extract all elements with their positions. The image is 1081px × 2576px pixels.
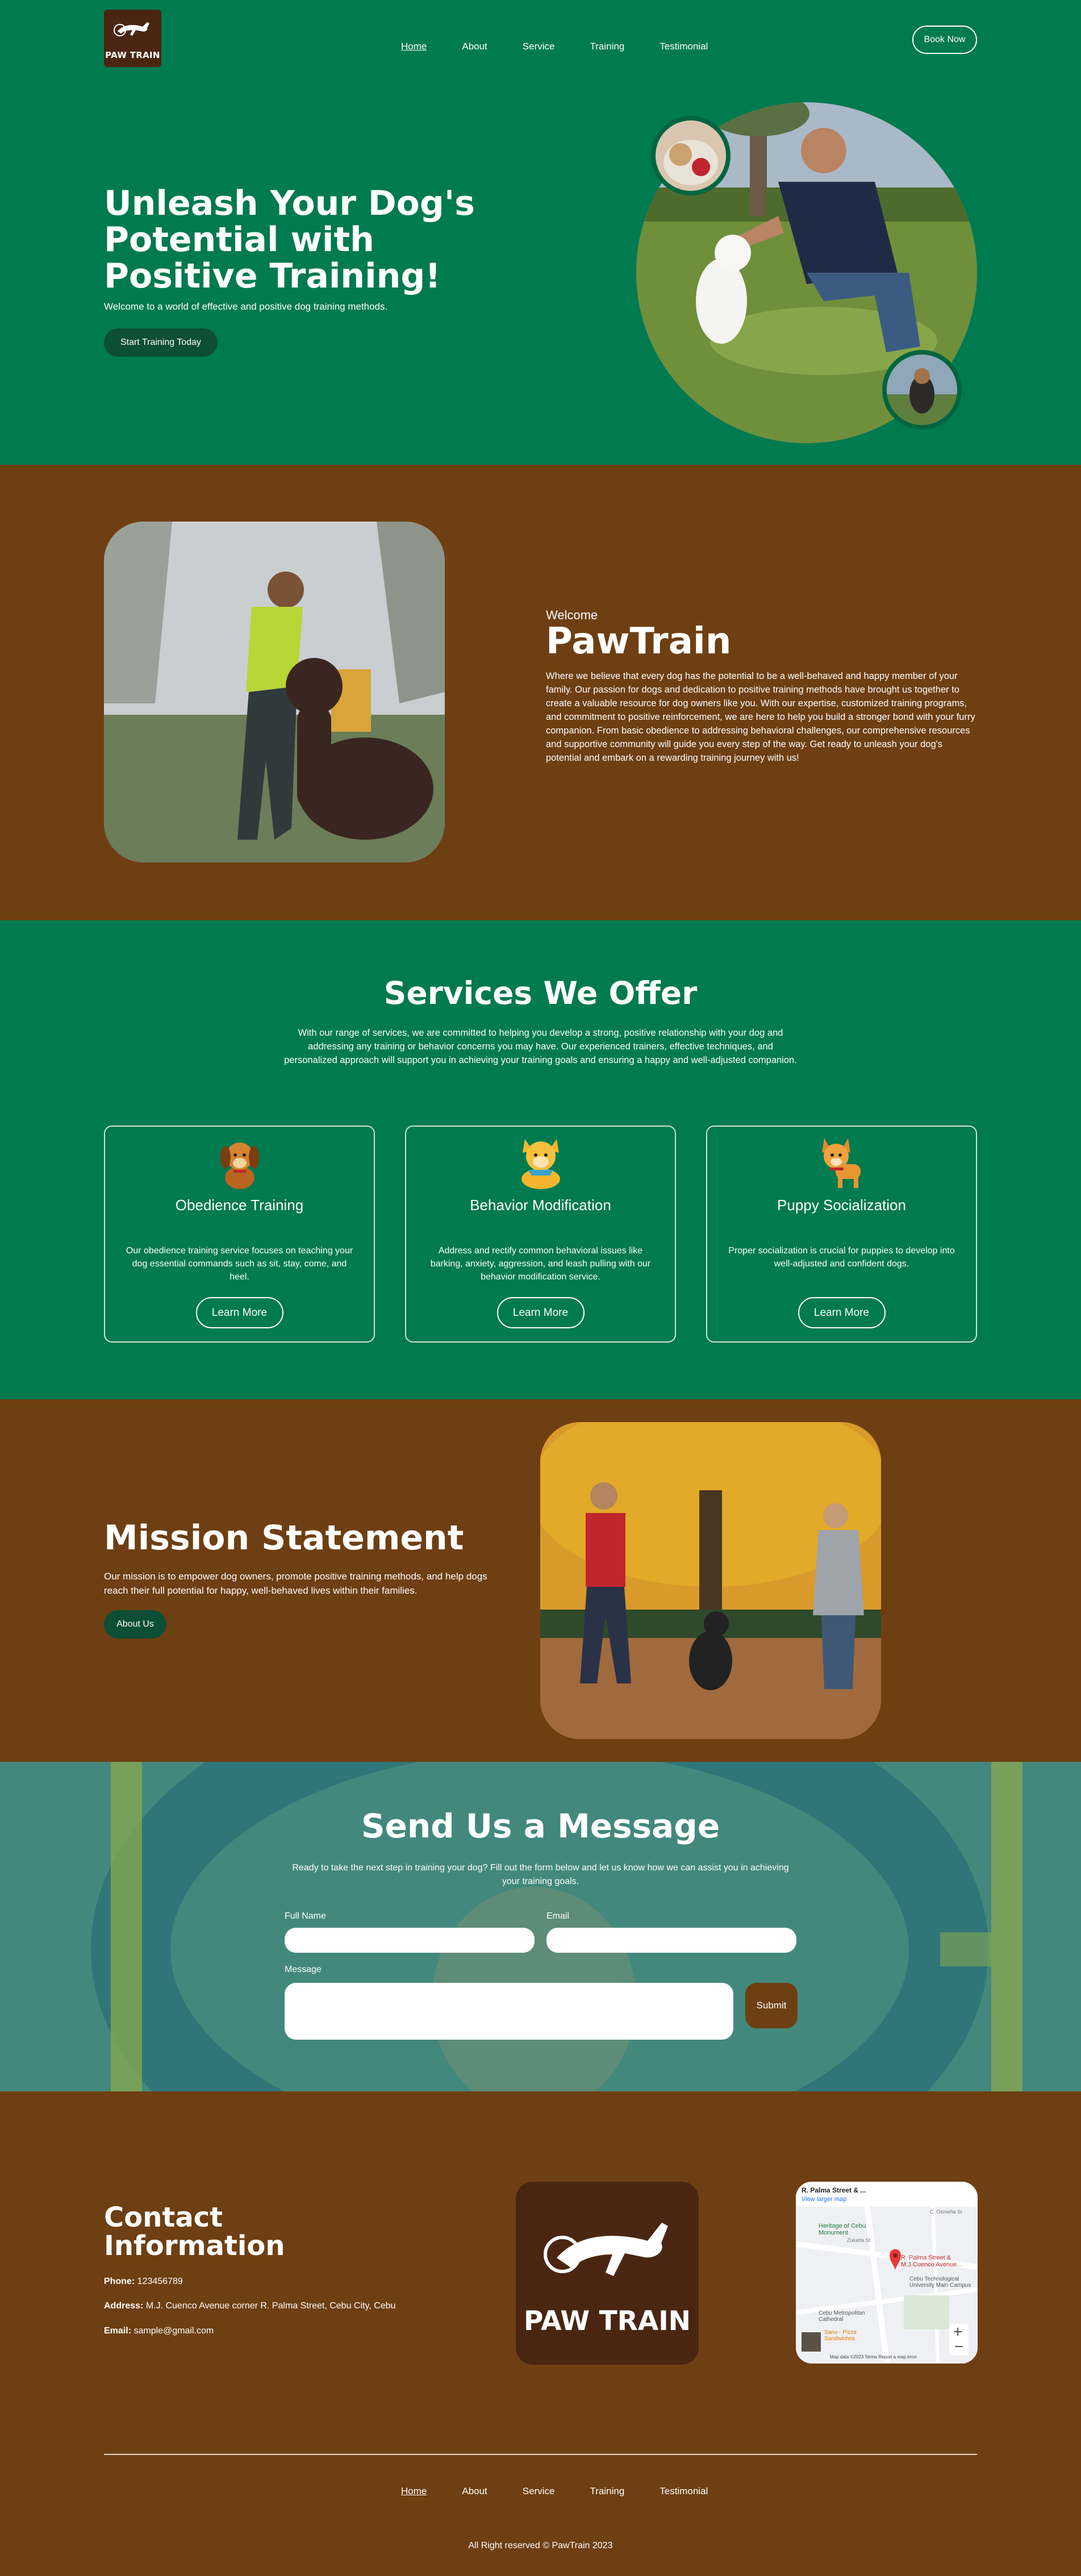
book-now-button[interactable]: Book Now [912,26,977,54]
service-card-text: Proper socialization is crucial for pupp… [728,1246,955,1269]
service-card-title: Puppy Socialization [777,1197,906,1214]
map-label-pin: R. Palma Street & M.J.Cuenco Avenue... [901,2254,962,2268]
map-label-street-2: C. Osmeña St [930,2209,962,2215]
mission-photo-couple-with-dog [540,1422,881,1739]
brand-logo[interactable]: PAW TRAIN [104,10,161,67]
service-card-text: Our obedience training service focuses o… [126,1246,353,1282]
about-text: Where we believe that every dog has the … [546,671,975,763]
contact-email: Email: sample@gmail.com [104,2326,214,2336]
start-training-button[interactable]: Start Training Today [104,328,218,357]
footer-divider [104,2454,977,2455]
learn-more-button[interactable]: Learn More [195,1297,283,1328]
email-label: Email [546,1911,570,1921]
nav-testimonial[interactable]: Testimonial [660,41,708,52]
nav-training[interactable]: Training [590,41,624,52]
puppy-icon [816,1133,867,1193]
services-intro: With our range of services, we are commi… [284,1028,797,1065]
email-value[interactable]: sample@gmail.com [133,2326,214,2336]
footer-nav-about[interactable]: About [462,2486,487,2497]
map-label-sano: Sano - Pizza Sandwiches [824,2329,857,2342]
nav-about[interactable]: About [462,41,487,52]
service-card-behavior: Behavior Modification Address and rectif… [405,1126,676,1343]
map-place-title: R. Palma Street & ... [802,2186,866,2194]
learn-more-button[interactable]: Learn More [496,1297,585,1328]
contact-phone: Phone: 123456789 [104,2277,183,2287]
service-card-obedience: Obedience Training Our obedience trainin… [104,1126,375,1343]
service-card-puppy: Puppy Socialization Proper socialization… [706,1126,977,1343]
hero-subtitle: Welcome to a world of effective and posi… [104,301,388,312]
footer-logo-text: PAW TRAIN [523,2306,691,2337]
footer-logo: PAW TRAIN [516,2182,699,2365]
contact-title: Contact Information [104,2202,285,2262]
location-map[interactable]: R. Palma Street & ... View larger map He… [796,2182,978,2364]
dog-with-scarf-icon [512,1133,569,1193]
email-label: Email: [104,2326,132,2336]
hero-title: Unleash Your Dog's Potential with Positi… [104,184,475,296]
zoom-out-icon[interactable]: − [954,2340,964,2354]
service-card-title: Obedience Training [175,1197,304,1214]
address-value: M.J. Cuenco Avenue corner R. Palma Stree… [145,2301,396,2311]
map-label-street: Zulueta St [847,2237,871,2243]
map-label-cathedral: Cebu Metropolitan Cathedral [819,2310,865,2323]
mission-text: Our mission is to empower dog owners, pr… [104,1571,487,1596]
hero-photo-small-dog [882,350,962,430]
dog-sitting-icon [214,1133,265,1193]
footer-nav-testimonial[interactable]: Testimonial [660,2486,708,2497]
nav-home[interactable]: Home [401,41,427,52]
message-intro: Ready to take the next step in training … [292,1863,789,1886]
map-label-ctu: Cebu Technological University Main Campu… [909,2276,971,2289]
jumping-dog-icon [114,22,149,36]
copyright-text: All Right reserved © PawTrain 2023 [468,2541,613,2550]
footer-nav-service[interactable]: Service [523,2486,555,2497]
service-card-text: Address and rectify common behavioral is… [430,1246,651,1282]
services-title: Services We Offer [383,975,698,1011]
service-card-title: Behavior Modification [470,1197,611,1214]
message-label: Message [285,1965,322,1974]
about-photo-trainer-with-labrador [104,522,445,862]
full-name-input[interactable] [285,1928,535,1953]
address-label: Address: [104,2301,144,2311]
main-nav: Home About Service Training Testimonial [401,41,743,52]
about-title: PawTrain [546,620,732,662]
footer-nav-home[interactable]: Home [401,2486,427,2497]
message-title: Send Us a Message [361,1807,720,1845]
hero-photo-dog-with-toy [651,116,731,195]
about-us-button[interactable]: About Us [104,1610,166,1639]
footer-nav-training[interactable]: Training [590,2486,624,2497]
map-attribution: Map data ©2023 Terms Report a map error [830,2354,917,2360]
map-view-larger-link[interactable]: View larger map [802,2196,846,2203]
hero-section: PAW TRAIN Home About Service Training Te… [0,0,1081,465]
footer-nav: Home About Service Training Testimonial [401,2486,743,2497]
nav-service[interactable]: Service [523,41,555,52]
mission-title: Mission Statement [104,1518,464,1558]
phone-value: 123456789 [137,2277,183,2286]
map-label-heritage: Heritage of Cebu Monument [819,2223,866,2236]
jumping-dog-icon [544,2223,668,2276]
message-textarea[interactable] [285,1983,733,2040]
phone-label: Phone: [104,2277,135,2286]
learn-more-button[interactable]: Learn More [798,1297,886,1328]
logo-text: PAW TRAIN [105,50,160,60]
contact-address: Address: M.J. Cuenco Avenue corner R. Pa… [104,2301,395,2311]
submit-button[interactable]: Submit [745,1983,798,2028]
email-input[interactable] [546,1928,796,1953]
full-name-label: Full Name [285,1911,326,1921]
zoom-in-icon[interactable]: + [953,2325,963,2339]
